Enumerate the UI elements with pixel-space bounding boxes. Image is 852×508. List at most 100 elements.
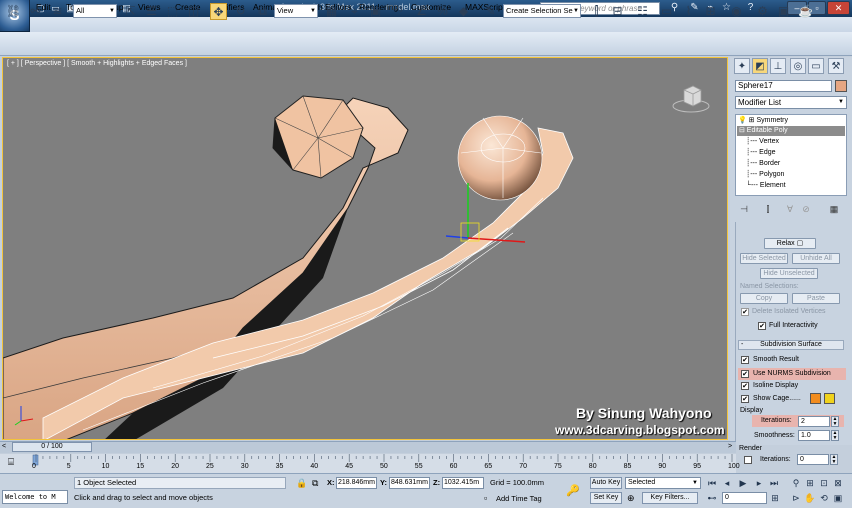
select-and-move-icon[interactable]: ✥ [210,3,227,20]
use-nurms-checkbox[interactable]: ✔ [741,370,749,378]
time-slider-thumb[interactable]: 0 / 100 [12,442,92,452]
iterations-spinner[interactable]: 2 [798,416,830,427]
mirror-icon[interactable]: ⫿ [588,3,605,20]
next-frame-icon[interactable]: ▸ [753,477,765,489]
graphite-ribbon-icon[interactable]: ▭ [658,3,675,20]
viewport-label[interactable]: [ + ] [ Perspective ] [ Smooth + Highlig… [7,60,187,67]
motion-tab-icon[interactable]: ◎ [790,58,806,74]
key-mode-toggle-icon[interactable]: ⊷ [706,492,718,504]
time-config-icon[interactable]: ⊞ [769,492,781,504]
delete-isolated-checkbox[interactable]: ✔ [741,308,749,316]
reference-coordinate-dropdown[interactable]: View ▼ [274,4,318,18]
copy-button[interactable]: Copy [740,293,788,304]
play-icon[interactable]: ▶ [737,477,749,489]
time-slider-next-icon[interactable]: > [728,443,732,450]
utilities-tab-icon[interactable]: ⚒ [828,58,844,74]
percent-snap-icon[interactable]: % [434,3,451,20]
named-selection-sets-dropdown[interactable]: Create Selection Se ▼ [503,4,581,18]
rectangle-selection-icon[interactable]: ⬚ [164,3,181,20]
align-icon[interactable]: ⊟ [609,3,626,20]
close-button[interactable]: ✕ [827,1,850,15]
selection-filter-dropdown[interactable]: All ▼ [73,4,117,18]
absolute-mode-icon[interactable]: ⧉ [312,478,318,489]
zoom-icon[interactable]: ⚲ [790,477,802,489]
subdivision-surface-rollout-header[interactable]: - Subdivision Surface [738,340,844,350]
select-by-name-icon[interactable]: ☰ [143,3,160,20]
isoline-display-checkbox[interactable]: ✔ [741,382,749,390]
spinner-snap-icon[interactable]: ◆ [455,3,472,20]
time-slider-prev-icon[interactable]: < [2,443,6,450]
stack-subitem-polygon[interactable]: ┊--- Polygon [738,170,846,180]
schematic-view-icon[interactable]: ⊞ [702,3,719,20]
lock-selection-icon[interactable]: 🔒 [296,478,307,489]
x-coordinate-field[interactable]: 218.846mm [336,477,377,489]
rendered-frame-window-icon[interactable]: ▣ [775,3,792,20]
render-iterations-spinner-arrows[interactable]: ▲ ▼ [830,454,838,465]
key-filter-toggle-icon[interactable]: ⊕ [627,493,635,504]
maximize-viewport-icon[interactable]: ▣ [832,492,844,504]
time-tag-icon[interactable]: ▫ [484,493,487,503]
auto-key-button[interactable]: Auto Key [590,477,622,489]
relax-button[interactable]: Relax ▢ [764,238,816,249]
z-coordinate-field[interactable]: 1032.415m [442,477,484,489]
select-manipulate-icon[interactable]: ⌖ [346,3,363,20]
select-object-icon[interactable]: ⇱ [122,3,139,20]
smoothness-spinner[interactable]: 1.0 [798,430,830,441]
window-crossing-icon[interactable]: ◫ [185,3,202,20]
show-end-result-icon[interactable]: ⫿ [761,202,775,216]
edit-named-selection-icon[interactable]: ✎ [482,3,499,20]
lightbulb-icon[interactable]: 💡 [738,117,747,124]
key-filters-button[interactable]: Key Filters... [642,492,698,504]
select-and-scale-icon[interactable]: ⧉ [254,3,271,20]
current-frame-field[interactable]: 0 [722,492,767,504]
bind-spacewarp-icon[interactable]: ≋ [49,3,66,20]
object-color-swatch[interactable] [835,80,847,92]
paste-button[interactable]: Paste [792,293,840,304]
pan-icon[interactable]: ✋ [804,492,816,504]
smooth-result-checkbox[interactable]: ✔ [741,356,749,364]
field-of-view-icon[interactable]: ⊳ [790,492,802,504]
render-production-icon[interactable]: ☕ [797,3,814,20]
set-key-button[interactable]: Set Key [590,492,622,504]
orbit-icon[interactable]: ⟲ [818,492,830,504]
angle-snap-icon[interactable]: ∠ [413,3,430,20]
render-iterations-checkbox[interactable] [744,456,752,464]
viewcube-icon[interactable] [671,80,711,116]
stack-subitem-edge[interactable]: ┊--- Edge [738,148,846,158]
unlink-icon[interactable]: ⚯ [27,3,44,20]
stack-item-editable-poly[interactable]: ⊟ Editable Poly [737,126,845,136]
iterations-spinner-arrows[interactable]: ▲ ▼ [831,416,839,427]
go-to-start-icon[interactable]: ⏮ [706,477,718,489]
cage-color-swatch-2[interactable] [824,393,835,404]
unhide-all-button[interactable]: Unhide All [792,253,840,264]
material-editor-icon[interactable]: ◉ [728,3,745,20]
stack-item-symmetry[interactable]: 💡 ⊞ Symmetry [738,116,846,126]
stack-subitem-element[interactable]: └--- Element [738,181,846,191]
go-to-end-icon[interactable]: ⏭ [768,477,780,489]
layer-manager-icon[interactable]: ☷ [634,3,651,20]
time-slider-track[interactable] [0,441,736,453]
object-name-field[interactable]: Sphere17 [735,80,832,92]
zoom-all-icon[interactable]: ⊞ [804,477,816,489]
select-and-rotate-icon[interactable]: ↻ [232,3,249,20]
smoothness-spinner-arrows[interactable]: ▲ ▼ [831,430,839,441]
show-cage-checkbox[interactable]: ✔ [741,395,749,403]
stack-subitem-vertex[interactable]: ┊--- Vertex [738,137,846,147]
render-iterations-spinner[interactable]: 0 [797,454,829,465]
perspective-viewport[interactable]: [ + ] [ Perspective ] [ Smooth + Highlig… [2,57,728,440]
link-icon[interactable]: ⛓ [5,3,22,20]
modifier-list-dropdown[interactable]: Modifier List ▼ [735,96,847,109]
previous-frame-icon[interactable]: ◂ [721,477,733,489]
move-gizmo-z-axis[interactable] [445,235,469,239]
add-time-tag[interactable]: Add Time Tag [496,494,542,503]
zoom-extents-icon[interactable]: ⊡ [818,477,830,489]
remove-modifier-icon[interactable]: ⊘ [799,202,813,216]
hierarchy-tab-icon[interactable]: ⊥ [770,58,786,74]
pin-stack-icon[interactable]: ⊣ [737,202,751,216]
pivot-center-icon[interactable]: ▦ [323,3,340,20]
modify-tab-icon[interactable]: ◩ [752,58,768,74]
create-tab-icon[interactable]: ✦ [734,58,750,74]
display-tab-icon[interactable]: ▭ [808,58,824,74]
key-mode-dropdown[interactable]: Selected ▼ [625,477,701,489]
configure-sets-icon[interactable]: ▦ [827,202,841,216]
